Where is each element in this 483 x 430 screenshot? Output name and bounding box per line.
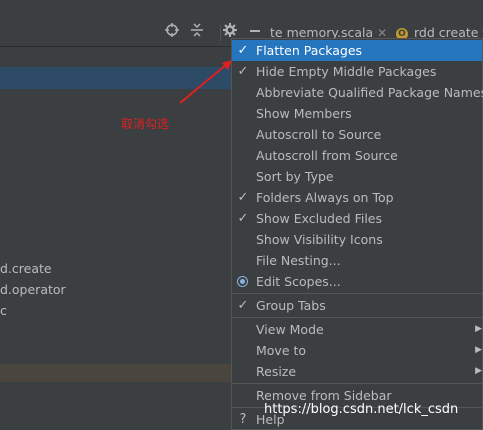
menu-item-label: Autoscroll to Source: [256, 127, 382, 142]
menu-item-autoscroll-from-source[interactable]: Autoscroll from Source: [232, 145, 482, 166]
menu-item-label: Show Visibility Icons: [256, 232, 383, 247]
check-icon: ✓: [237, 43, 249, 58]
check-icon: ✓: [237, 211, 249, 226]
menu-item-edit-scopes[interactable]: Edit Scopes...: [232, 271, 482, 292]
menu-item-move-to[interactable]: Move to ▶: [232, 340, 482, 361]
menu-item-label: View Mode: [256, 322, 324, 337]
menu-item-folders-always-on-top[interactable]: ✓ Folders Always on Top: [232, 187, 482, 208]
tree-item[interactable]: c: [0, 303, 7, 318]
title-bar: [0, 0, 483, 20]
menu-item-autoscroll-to-source[interactable]: Autoscroll to Source: [232, 124, 482, 145]
menu-item-show-excluded-files[interactable]: ✓ Show Excluded Files: [232, 208, 482, 229]
tree-item[interactable]: d.operator: [0, 282, 66, 297]
menu-item-label: Move to: [256, 343, 307, 358]
menu-item-show-visibility-icons[interactable]: Show Visibility Icons: [232, 229, 482, 250]
menu-item-label: Hide Empty Middle Packages: [256, 64, 437, 79]
status-strip: [0, 364, 231, 382]
watermark: https://blog.csdn.net/lck_csdn: [264, 402, 459, 417]
annotation-label: 取消勾选: [121, 117, 170, 131]
menu-item-show-members[interactable]: Show Members: [232, 103, 482, 124]
menu-item-sort-by-type[interactable]: Sort by Type: [232, 166, 482, 187]
menu-item-label: Abbreviate Qualified Package Names: [256, 85, 483, 100]
collapse-icon[interactable]: [188, 23, 206, 41]
target-icon[interactable]: [163, 23, 181, 41]
menu-item-view-mode[interactable]: View Mode ▶: [232, 319, 482, 340]
menu-item-label: Show Excluded Files: [256, 211, 383, 226]
menu-item-group-tabs[interactable]: ✓ Group Tabs: [232, 295, 482, 316]
menu-item-file-nesting[interactable]: File Nesting...: [232, 250, 482, 271]
annotation-arrow: [179, 60, 232, 104]
menu-item-label: Show Members: [256, 106, 352, 121]
submenu-arrow-icon: ▶: [475, 324, 482, 334]
help-icon: ?: [239, 412, 247, 427]
menu-separator: [232, 293, 482, 294]
menu-item-flatten-packages[interactable]: ✓ Flatten Packages: [232, 40, 482, 61]
lower-panel: [0, 382, 231, 430]
menu-item-hide-empty-middle-packages[interactable]: ✓ Hide Empty Middle Packages: [232, 61, 482, 82]
menu-item-label: Autoscroll from Source: [256, 148, 398, 163]
submenu-arrow-icon: ▶: [475, 345, 482, 355]
menu-item-label: Resize: [256, 364, 297, 379]
menu-separator: [232, 383, 482, 384]
options-menu: ✓ Flatten Packages ✓ Hide Empty Middle P…: [231, 38, 483, 430]
menu-item-label: Flatten Packages: [256, 43, 363, 58]
menu-item-label: Group Tabs: [256, 298, 326, 313]
submenu-arrow-icon: ▶: [475, 366, 482, 376]
menu-item-label: Edit Scopes...: [256, 274, 341, 289]
check-icon: ✓: [237, 190, 249, 205]
menu-item-label: File Nesting...: [256, 253, 341, 268]
check-icon: ✓: [237, 64, 249, 79]
tree-item[interactable]: d.create: [0, 261, 52, 276]
radio-icon: [237, 276, 248, 287]
menu-item-label: Folders Always on Top: [256, 190, 394, 205]
menu-item-abbreviate-qualified-package-names[interactable]: Abbreviate Qualified Package Names: [232, 82, 483, 103]
menu-item-resize[interactable]: Resize ▶: [232, 361, 482, 382]
check-icon: ✓: [237, 298, 249, 313]
menu-separator: [232, 317, 482, 318]
menu-item-label: Sort by Type: [256, 169, 334, 184]
